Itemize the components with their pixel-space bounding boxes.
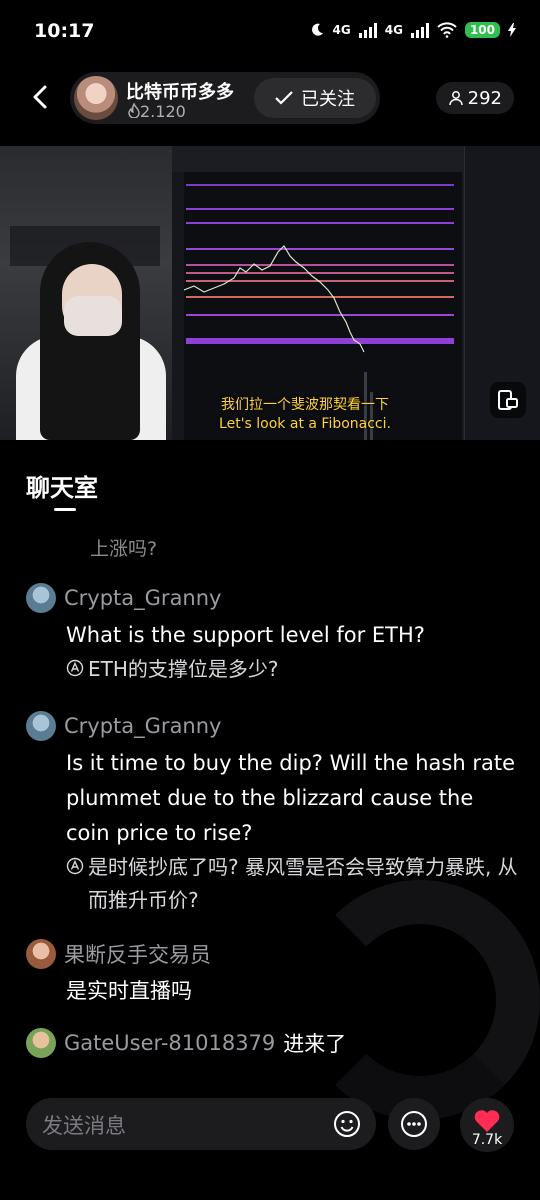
network-2-label: 4G (384, 23, 403, 37)
message-text: 是实时直播吗 (66, 979, 192, 1003)
join-username[interactable]: GateUser-81018379 (64, 1031, 275, 1055)
flame-icon (128, 102, 140, 119)
live-subtitle: 我们拉一个斐波那契看一下 Let's look at a Fibonacci. (180, 396, 430, 434)
join-notification: GateUser-81018379 进来了 (26, 1028, 346, 1058)
heart-icon (474, 1110, 500, 1132)
chat-room-title: 聊天室 (26, 474, 98, 502)
message-input-placeholder: 发送消息 (42, 1114, 126, 1138)
message-translation: 是时候抄底了吗? 暴风雪是否会导致算力暴跌, 从而推升币价? (66, 851, 526, 917)
subtitle-en: Let's look at a Fibonacci. (219, 416, 391, 432)
message-header: Crypta_Granny (26, 582, 526, 614)
status-icons: 4G 4G 100 (309, 22, 516, 38)
live-header: 比特币币多多 2.120 已关注 292 (0, 64, 540, 134)
translate-icon (66, 857, 84, 875)
signal-icon (358, 22, 377, 38)
emoji-icon[interactable] (332, 1109, 362, 1139)
rotate-screen-icon (498, 390, 518, 410)
message-text: Is it time to buy the dip? Will the hash… (66, 751, 516, 845)
moon-icon (311, 23, 323, 36)
chat-message: Crypta_Granny Is it time to buy the dip?… (26, 710, 526, 917)
message-input[interactable]: 发送消息 (26, 1098, 376, 1150)
check-icon (275, 91, 293, 105)
streamer-avatar[interactable] (74, 76, 118, 120)
battery-badge: 100 (464, 22, 500, 38)
follow-label: 已关注 (301, 89, 355, 110)
heat-value: 2.120 (140, 102, 186, 121)
face-mask (64, 296, 122, 336)
viewer-count[interactable]: 292 (435, 82, 514, 114)
streamer-name: 比特币币多多 (126, 82, 234, 103)
translation-text: 是时候抄底了吗? 暴风雪是否会导致算力暴跌, 从而推升币价? (88, 855, 518, 912)
more-dots-icon (401, 1111, 427, 1137)
user-avatar[interactable] (26, 711, 56, 741)
message-header: 果断反手交易员 (26, 938, 526, 970)
like-count: 7.7k (471, 1132, 503, 1148)
faded-message: 上涨吗? (90, 538, 158, 560)
user-avatar[interactable] (26, 583, 56, 613)
message-header: Crypta_Granny (26, 710, 526, 742)
person-icon (448, 91, 463, 106)
translate-icon (66, 659, 84, 677)
back-button[interactable] (26, 82, 56, 112)
wifi-icon (437, 22, 457, 38)
message-translation: ETH的支撑位是多少? (66, 653, 526, 686)
message-username[interactable]: Crypta_Granny (64, 586, 221, 610)
status-bar: 10:17 4G 4G 100 (0, 0, 540, 64)
follow-button[interactable]: 已关注 (254, 78, 376, 118)
streamer-profile[interactable]: 比特币币多多 2.120 已关注 (70, 72, 380, 124)
signal-icon-2 (410, 22, 429, 38)
more-button[interactable] (388, 1098, 440, 1150)
subtitle-zh: 我们拉一个斐波那契看一下 (221, 397, 389, 413)
chat-tab-indicator (54, 508, 76, 511)
chat-message: 果断反手交易员 是实时直播吗 (26, 938, 526, 1009)
fullscreen-rotate-button[interactable] (490, 382, 526, 418)
like-button[interactable]: 7.7k (460, 1098, 514, 1152)
user-avatar[interactable] (26, 939, 56, 969)
chat-message: Crypta_Granny What is the support level … (26, 582, 526, 686)
status-time: 10:17 (34, 20, 95, 42)
viewer-count-value: 292 (467, 87, 502, 109)
network-1-label: 4G (332, 23, 351, 37)
charging-icon (508, 23, 516, 37)
chevron-left-icon (33, 85, 47, 109)
message-username[interactable]: 果断反手交易员 (64, 939, 211, 969)
join-text: 进来了 (283, 1032, 347, 1056)
live-video[interactable]: 我们拉一个斐波那契看一下 Let's look at a Fibonacci. (0, 146, 540, 440)
user-avatar[interactable] (26, 1028, 56, 1058)
message-username[interactable]: Crypta_Granny (64, 714, 221, 738)
message-text: What is the support level for ETH? (66, 623, 425, 647)
heat-count: 2.120 (128, 102, 186, 121)
translation-text: ETH的支撑位是多少? (88, 657, 279, 681)
streamer-camera-feed (0, 146, 172, 440)
